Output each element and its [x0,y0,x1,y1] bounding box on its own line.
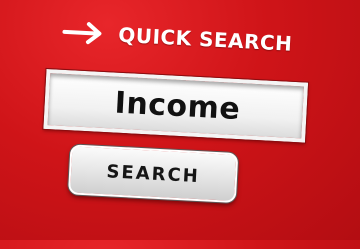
quick-search-header: QUICK SEARCH [62,20,293,56]
search-button[interactable]: SEARCH [67,144,239,204]
quick-search-heading: QUICK SEARCH [117,22,293,56]
quick-search-panel: QUICK SEARCH Income SEARCH [0,0,360,249]
arrow-right-icon [62,22,102,45]
search-input-value: Income [113,85,242,127]
search-input[interactable]: Income [42,67,310,144]
search-button-label: SEARCH [105,160,201,187]
